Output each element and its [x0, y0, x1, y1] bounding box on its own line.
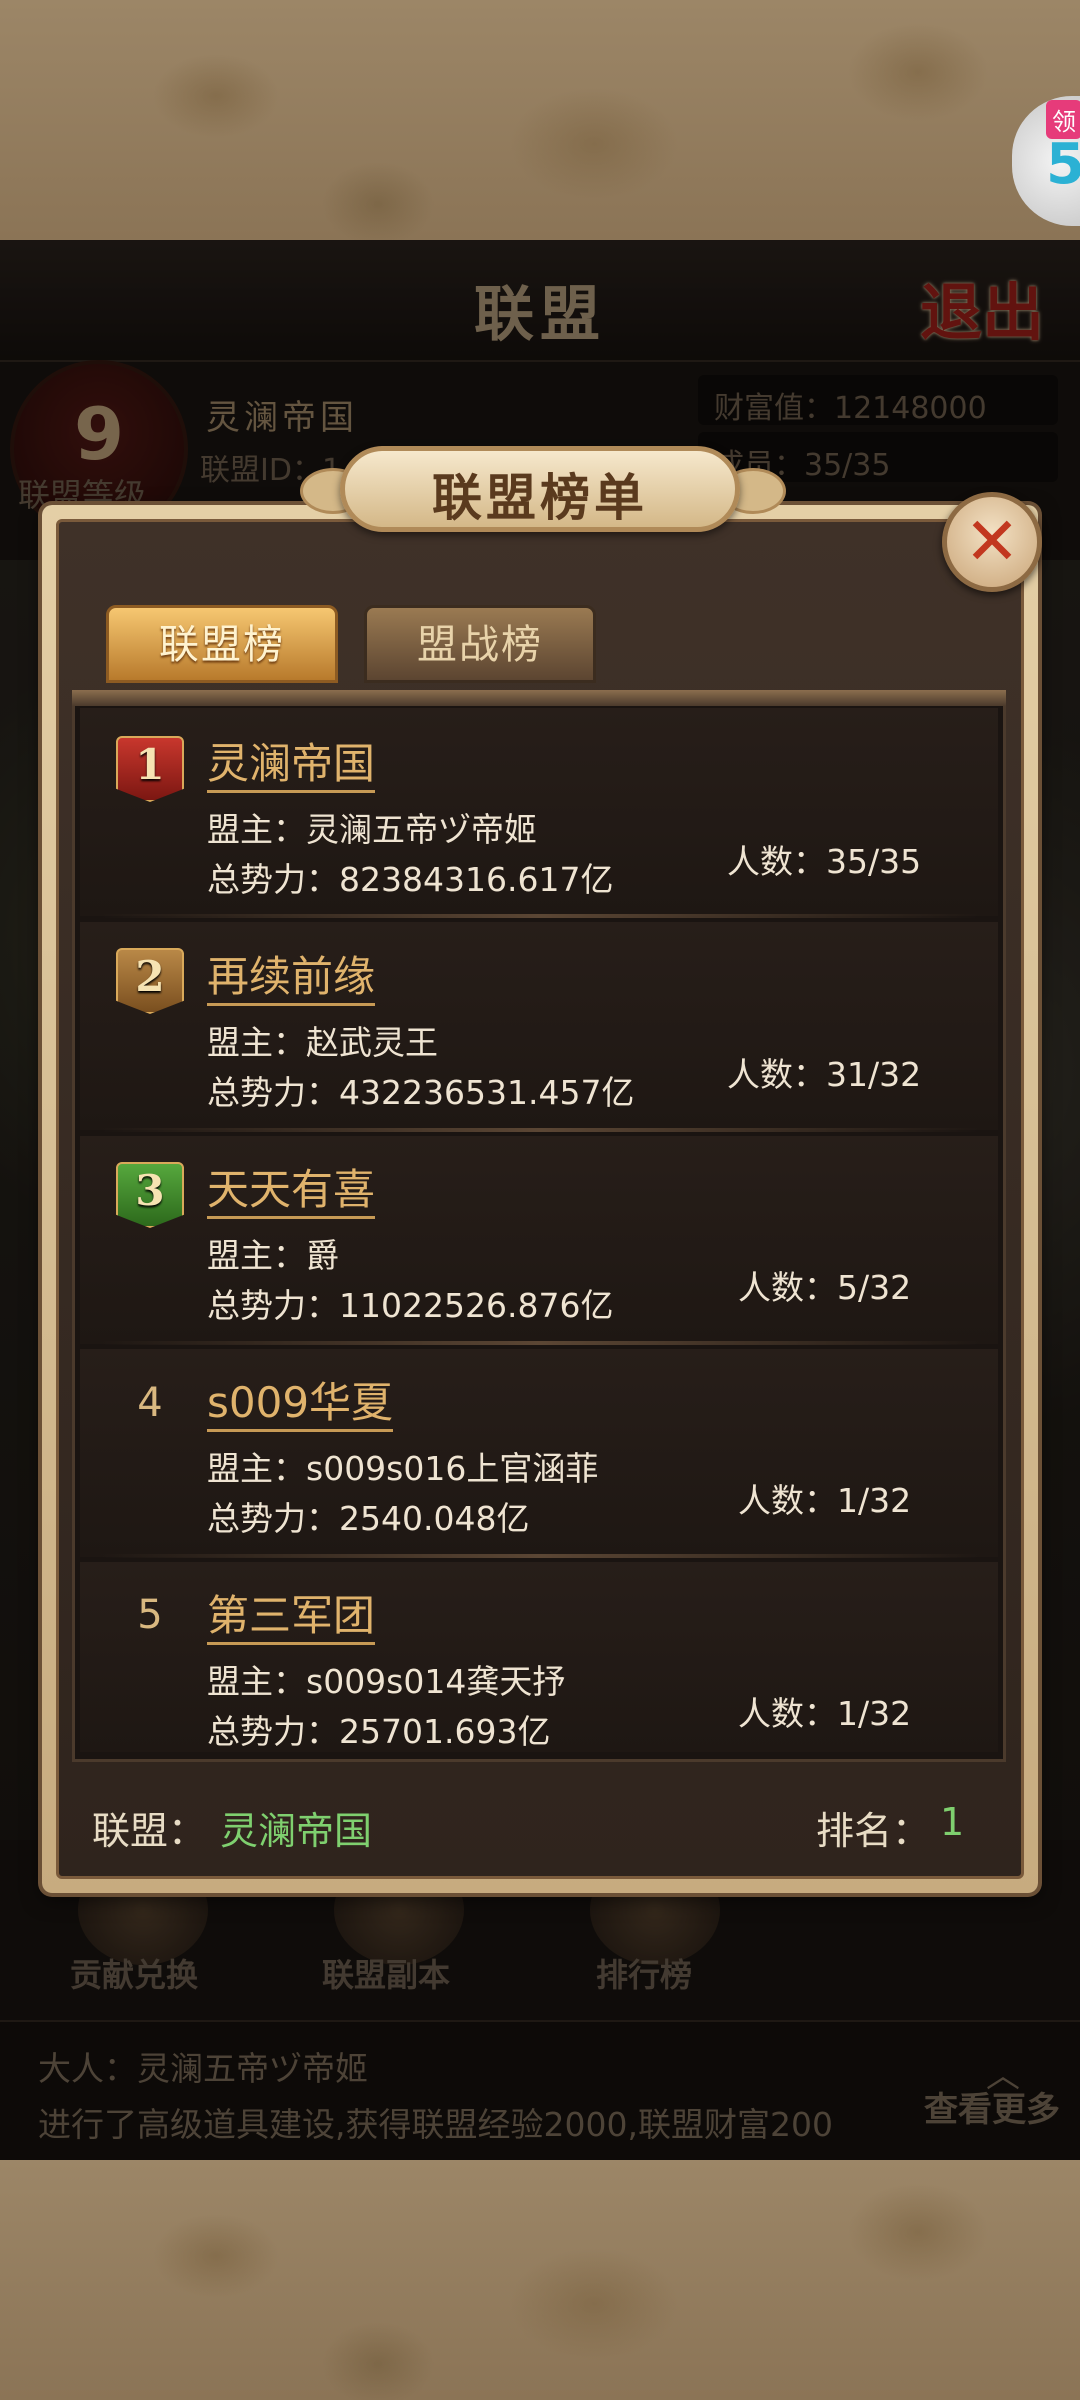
rank-2-badge-icon: 2	[116, 948, 184, 1026]
row-divider	[100, 914, 980, 918]
footer-rank-value: 1	[940, 1800, 965, 1844]
alliance-power: 总势力：2540.048亿	[207, 1499, 530, 1538]
alliance-member-count: 人数：1/32	[738, 1694, 912, 1733]
alliance-leader: 盟主：s009s014龚天抒	[207, 1662, 566, 1701]
row-divider	[100, 1128, 980, 1132]
alliance-name-link[interactable]: 天天有喜	[207, 1164, 376, 1219]
background-top	[0, 0, 1080, 240]
footer-alliance-label: 联盟：	[92, 1809, 207, 1853]
tab-alliance-war-ranking[interactable]: 盟战榜	[364, 605, 596, 683]
alliance-name-link[interactable]: 第三军团	[207, 1590, 376, 1645]
list-top-border	[72, 690, 1006, 706]
alliance-power: 总势力：11022526.876亿	[207, 1286, 614, 1325]
rank-3-badge-icon: 3	[116, 1162, 184, 1240]
rank-number: 1	[135, 740, 165, 789]
rank-number: 3	[135, 1166, 165, 1215]
reward-number: 5	[1046, 132, 1080, 197]
alliance-power: 总势力：25701.693亿	[207, 1712, 551, 1751]
close-icon[interactable]: ✕	[942, 500, 1042, 584]
alliance-member-count: 人数：1/32	[738, 1481, 912, 1520]
row-divider	[100, 1341, 980, 1345]
alliance-leader: 盟主：s009s016上官涵菲	[207, 1449, 599, 1488]
alliance-name-link[interactable]: s009华夏	[207, 1377, 394, 1432]
alliance-name-link[interactable]: 灵澜帝国	[207, 738, 376, 793]
alliance-leader: 盟主：灵澜五帝ヅ帝姬	[207, 810, 537, 849]
rank-number: 2	[135, 952, 165, 1001]
alliance-leader: 盟主：爵	[207, 1236, 339, 1275]
rank-1-badge-icon: 1	[116, 736, 184, 814]
rank-number: 5	[137, 1592, 163, 1638]
alliance-member-count: 人数：31/32	[727, 1055, 922, 1094]
footer-rank-label: 排名：	[816, 1809, 931, 1853]
alliance-member-count: 人数：5/32	[738, 1268, 912, 1307]
background-bottom	[0, 2160, 1080, 2400]
alliance-name-link[interactable]: 再续前缘	[207, 951, 376, 1006]
row-divider	[100, 1554, 980, 1558]
alliance-member-count: 人数：35/35	[727, 842, 922, 881]
alliance-power: 总势力：82384316.617亿	[207, 860, 614, 899]
modal-title: 联盟榜单	[432, 468, 648, 527]
rank-number: 4	[137, 1380, 163, 1426]
footer-alliance-name: 灵澜帝国	[220, 1809, 373, 1853]
alliance-leader: 盟主：赵武灵王	[207, 1023, 438, 1062]
alliance-power: 总势力：432236531.457亿	[207, 1073, 635, 1112]
tab-alliance-ranking[interactable]: 联盟榜	[106, 605, 338, 683]
